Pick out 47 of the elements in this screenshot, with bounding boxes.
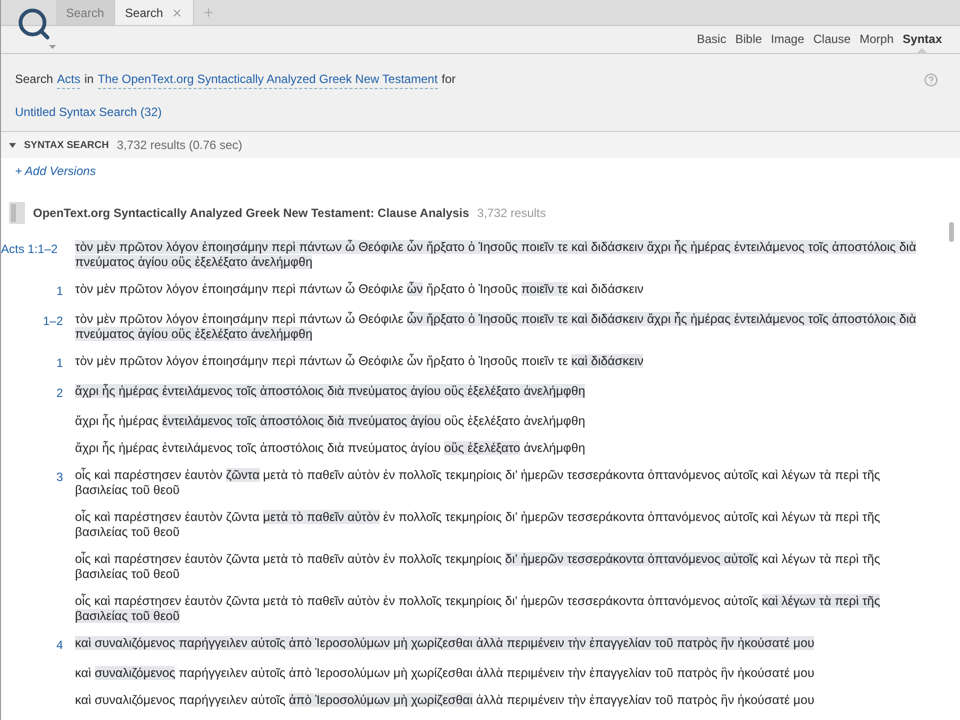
verse-number-link[interactable]: 3 [56, 468, 63, 498]
search-type-tab[interactable]: Bible [735, 32, 762, 46]
verse-reference-link[interactable]: Acts 1:1–2 [1, 240, 58, 270]
greek-text: καὶ συναλιζόμενος παρήγγειλεν αὐτοῖς ἀπὸ Ἱεροσολύμων μὴ χωρίζεσθαι ἀλλὰ περιμένειν τὴν ἐπαγγελίαν τοῦ πατρὸς ἣν ἠκούσατέ μου [75, 666, 814, 681]
greek-text: ἄχρι ἧς ἡμέρας ἐντειλάμενος τοῖς ἀποστόλοις διὰ πνεύματος ἁγίου οὓς ἐξελέξατο ἀνελήμφθη [75, 384, 586, 400]
verse-number-link[interactable]: 1–2 [42, 312, 63, 342]
search-tab[interactable]: Search [115, 0, 194, 25]
greek-text: καὶ συναλιζόμενος παρήγγειλεν αὐτοῖς ἀπὸ Ἱεροσολύμων μὴ χωρίζεσθαι ἀλλὰ περιμένειν τὴν ἐπαγγελίαν τοῦ πατρὸς ἣν ἠκούσατέ μου [75, 693, 814, 708]
query-text: Search [15, 71, 54, 88]
dropdown-caret-icon[interactable] [49, 45, 56, 49]
verse-number-link[interactable]: 4 [56, 636, 63, 654]
greek-text: τὸν μὲν πρῶτον λόγον ἐποιησάμην περὶ πάντων ὦ Θεόφιλε ὧν ἤρξατο ὁ Ἰησοῦς ποιεῖν τε καὶ διδάσκειν [75, 354, 644, 370]
scrollbar-thumb[interactable] [949, 222, 954, 242]
add-versions-link[interactable]: + Add Versions [1, 158, 110, 184]
query-text: in [84, 71, 94, 88]
greek-text: τὸν μὲν πρῶτον λόγον ἐποιησάμην περὶ πάντων ὦ Θεόφιλε ὧν ἤρξατο ὁ Ἰησοῦς ποιεῖν τε καὶ διδάσκειν ἄχρι ἧς ἡμέρας ἐντειλάμενος τοῖς ἀποστόλοις διὰ πνεύματος ἁγίου οὓς ἐξελέξατο ἀνελήμφθη [75, 312, 918, 342]
resource-title: OpenText.org Syntactically Analyzed Greek New Testament: Clause Analysis [33, 205, 470, 222]
section-title: SYNTAX SEARCH [24, 138, 109, 152]
greek-text: οἷς καὶ παρέστησεν ἑαυτὸν ζῶντα μετὰ τὸ παθεῖν αὐτὸν ἐν πολλοῖς τεκμηρίοις δι’ ἡμερῶν τεσσεράκοντα ὀπτανόμενος αὐτοῖς καὶ λέγων τὰ περὶ τῆς βασιλείας τοῦ θεοῦ [75, 510, 882, 540]
query-text: for [442, 71, 456, 88]
search-type-tab[interactable]: Image [770, 32, 804, 46]
saved-search-link[interactable]: Untitled Syntax Search (32) [15, 103, 456, 121]
greek-text: τὸν μὲν πρῶτον λόγον ἐποιησάμην περὶ πάντων ὦ Θεόφιλε ὧν ἤρξατο ὁ Ἰησοῦς ποιεῖν τε καὶ διδάσκειν ἄχρι ἧς ἡμέρας ἐντειλάμενος τοῖς ἀποστόλοις διὰ πνεύματος ἁγίου οὓς ἐξελέξατο ἀνελήμφθη [75, 240, 918, 270]
range-dropdown[interactable]: Acts [57, 70, 80, 89]
book-icon [9, 202, 25, 224]
greek-text: οἷς καὶ παρέστησεν ἑαυτὸν ζῶντα μετὰ τὸ παθεῖν αὐτὸν ἐν πολλοῖς τεκμηρίοις δι’ ἡμερῶν τεσσεράκοντα ὀπτανόμενος αὐτοῖς καὶ λέγων τὰ περὶ τῆς βασιλείας τοῦ θεοῦ [75, 552, 882, 582]
search-type-tab[interactable]: Morph [860, 32, 894, 46]
close-icon[interactable] [171, 6, 184, 18]
greek-text: τὸν μὲν πρῶτον λόγον ἐποιησάμην περὶ πάντων ὦ Θεόφιλε ὧν ἤρξατο ὁ Ἰησοῦς ποιεῖν τε καὶ διδάσκειν [75, 282, 644, 298]
search-type-tab[interactable]: Syntax [902, 32, 942, 46]
greek-text: οἷς καὶ παρέστησεν ἑαυτὸν ζῶντα μετὰ τὸ παθεῖν αὐτὸν ἐν πολλοῖς τεκμηρίοις δι’ ἡμερῶν τεσσεράκοντα ὀπτανόμενος αὐτοῖς καὶ λέγων τὰ περὶ τῆς βασιλείας τοῦ θεοῦ [75, 468, 882, 498]
expand-toggle-icon[interactable] [9, 142, 16, 148]
verse-number-link[interactable]: 1 [56, 282, 63, 300]
greek-text: ἄχρι ἧς ἡμέρας ἐντειλάμενος τοῖς ἀποστόλοις διὰ πνεύματος ἁγίου οὓς ἐξελέξατο ἀνελήμφθη [75, 441, 586, 456]
greek-text: καὶ συναλιζόμενος παρήγγειλεν αὐτοῖς ἀπὸ Ἱεροσολύμων μὴ χωρίζεσθαι ἀλλὰ περιμένειν τὴν ἐπαγγελίαν τοῦ πατρὸς ἣν ἠκούσατέ μου [75, 636, 814, 652]
verse-number-link[interactable]: 2 [56, 384, 63, 402]
greek-text: ἄχρι ἧς ἡμέρας ἐντειλάμενος τοῖς ἀποστόλοις διὰ πνεύματος ἁγίου οὓς ἐξελέξατο ἀνελήμφθη [75, 414, 586, 429]
resource-dropdown[interactable]: The OpenText.org Syntactically Analyzed Greek New Testament [98, 70, 438, 89]
search-type-tab[interactable]: Basic [696, 32, 726, 46]
greek-text: οἷς καὶ παρέστησεν ἑαυτὸν ζῶντα μετὰ τὸ παθεῖν αὐτὸν ἐν πολλοῖς τεκμηρίοις δι’ ἡμερῶν τεσσεράκοντα ὀπτανόμενος αὐτοῖς καὶ λέγων τὰ περὶ τῆς βασιλείας τοῦ θεοῦ [75, 594, 882, 624]
verse-number-link[interactable]: 1 [56, 354, 63, 372]
search-type-tab[interactable]: Clause [813, 32, 851, 46]
search-icon[interactable] [16, 6, 52, 42]
new-tab-icon[interactable] [202, 6, 216, 19]
results-summary: 3,732 results (0.76 sec) [116, 137, 242, 154]
results-count: 3,732 results [477, 205, 546, 222]
help-icon[interactable] [924, 73, 938, 87]
